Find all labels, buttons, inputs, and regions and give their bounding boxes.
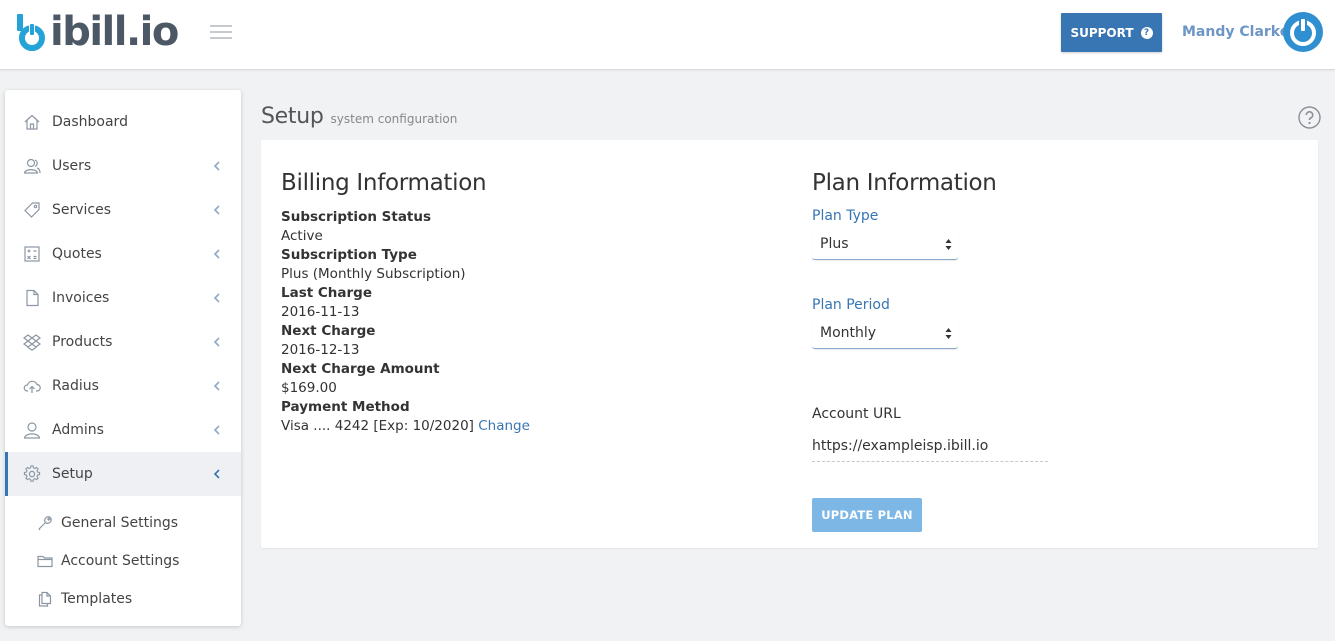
sidebar-item-label: Setup (52, 466, 93, 482)
next-charge-value: 2016-12-13 (281, 342, 360, 358)
chevron-left-icon (213, 249, 220, 259)
payment-method-row: Visa .... 4242 [Exp: 10/2020] Change (281, 417, 761, 436)
menu-toggle-icon[interactable] (210, 25, 232, 41)
copy-icon (38, 591, 52, 607)
setup-card: Billing Information Subscription Status … (261, 140, 1318, 548)
subscription-status-value: Active (281, 228, 323, 244)
question-icon: ? (1140, 26, 1153, 39)
page-heading: Setup system configuration (261, 104, 457, 129)
user-name-link[interactable]: Mandy Clarke (1182, 24, 1289, 40)
brand-logo[interactable]: ibill.io (14, 9, 179, 55)
folder-icon (37, 555, 53, 568)
page-title: Setup (261, 104, 324, 129)
sidebar: Dashboard Users Services Quotes Invoices (5, 90, 241, 626)
plan-type-select[interactable]: Plus (812, 229, 958, 260)
sidebar-item-quotes[interactable]: Quotes (5, 232, 241, 276)
plan-type-label: Plan Type (812, 208, 879, 224)
payment-method-label: Payment Method (281, 399, 410, 415)
user-avatar-power-icon[interactable] (1283, 12, 1323, 52)
plan-period-label: Plan Period (812, 297, 890, 313)
subscription-type-label: Subscription Type (281, 247, 417, 263)
chevron-left-icon (213, 469, 220, 479)
sidebar-item-label: Dashboard (52, 114, 128, 130)
support-label: SUPPORT (1070, 25, 1134, 40)
account-url-label: Account URL (812, 406, 901, 422)
gear-icon (23, 465, 41, 482)
chevron-left-icon (213, 425, 220, 435)
plan-type-selected-value: Plus (820, 236, 849, 252)
change-payment-link[interactable]: Change (478, 418, 530, 434)
sidebar-subitem-templates[interactable]: Templates (5, 580, 241, 618)
sidebar-item-users[interactable]: Users (5, 144, 241, 188)
last-charge-value: 2016-11-13 (281, 304, 360, 320)
sidebar-item-label: Products (52, 334, 113, 350)
select-arrows-icon (945, 328, 952, 339)
next-charge-label: Next Charge (281, 323, 376, 339)
sidebar-item-invoices[interactable]: Invoices (5, 276, 241, 320)
document-icon (26, 289, 39, 307)
sidebar-item-label: Users (52, 158, 92, 174)
sidebar-item-label: Radius (52, 378, 99, 394)
cloud-upload-icon (23, 380, 41, 393)
sidebar-subitem-general-settings[interactable]: General Settings (5, 504, 241, 542)
last-charge-label: Last Charge (281, 285, 373, 301)
dropbox-icon (23, 334, 41, 351)
support-button[interactable]: SUPPORT ? (1061, 13, 1162, 52)
sidebar-item-label: Services (52, 202, 112, 218)
payment-method-value: Visa .... 4242 [Exp: 10/2020] (281, 418, 479, 434)
sidebar-subitem-account-settings[interactable]: Account Settings (5, 542, 241, 580)
select-arrows-icon (945, 239, 952, 250)
plan-period-selected-value: Monthly (820, 325, 877, 341)
calculator-icon (24, 246, 40, 262)
help-circle-icon[interactable] (1298, 106, 1321, 129)
subscription-type-value: Plus (Monthly Subscription) (281, 266, 466, 282)
sidebar-item-radius[interactable]: Radius (5, 364, 241, 408)
sidebar-item-label: Quotes (52, 246, 102, 262)
billing-details: Subscription Status Active Subscription … (281, 208, 761, 436)
update-plan-button[interactable]: UPDATE PLAN (812, 498, 922, 532)
sidebar-item-label: Admins (52, 422, 104, 438)
account-url-input[interactable] (812, 431, 1048, 462)
plan-section-title: Plan Information (812, 170, 997, 196)
sidebar-subitem-label: General Settings (61, 515, 179, 531)
setup-submenu: General Settings Account Settings Templa… (5, 496, 241, 618)
subscription-status-label: Subscription Status (281, 209, 432, 225)
user-icon (23, 422, 41, 439)
logo-text: ibill.io (50, 9, 179, 55)
next-charge-amount-label: Next Charge Amount (281, 361, 440, 377)
plan-period-select[interactable]: Monthly (812, 318, 958, 349)
logo-power-icon (17, 14, 45, 51)
sidebar-item-admins[interactable]: Admins (5, 408, 241, 452)
chevron-left-icon (213, 381, 220, 391)
billing-section-title: Billing Information (281, 170, 487, 196)
wrench-icon (38, 516, 52, 531)
sidebar-item-dashboard[interactable]: Dashboard (5, 100, 241, 144)
chevron-left-icon (213, 337, 220, 347)
sidebar-item-setup[interactable]: Setup (5, 452, 241, 496)
chevron-left-icon (213, 293, 220, 303)
chevron-left-icon (213, 161, 220, 171)
sidebar-subitem-label: Templates (61, 591, 133, 607)
home-icon (24, 114, 40, 130)
sidebar-item-label: Invoices (52, 290, 110, 306)
sidebar-item-products[interactable]: Products (5, 320, 241, 364)
page-subtitle: system configuration (330, 112, 458, 126)
tag-icon (24, 202, 40, 218)
next-charge-amount-value: $169.00 (281, 380, 337, 396)
sidebar-subitem-label: Account Settings (61, 553, 180, 569)
top-navbar: ibill.io SUPPORT ? Mandy Clarke (0, 0, 1335, 70)
sidebar-item-services[interactable]: Services (5, 188, 241, 232)
chevron-left-icon (213, 205, 220, 215)
users-icon (23, 158, 41, 174)
